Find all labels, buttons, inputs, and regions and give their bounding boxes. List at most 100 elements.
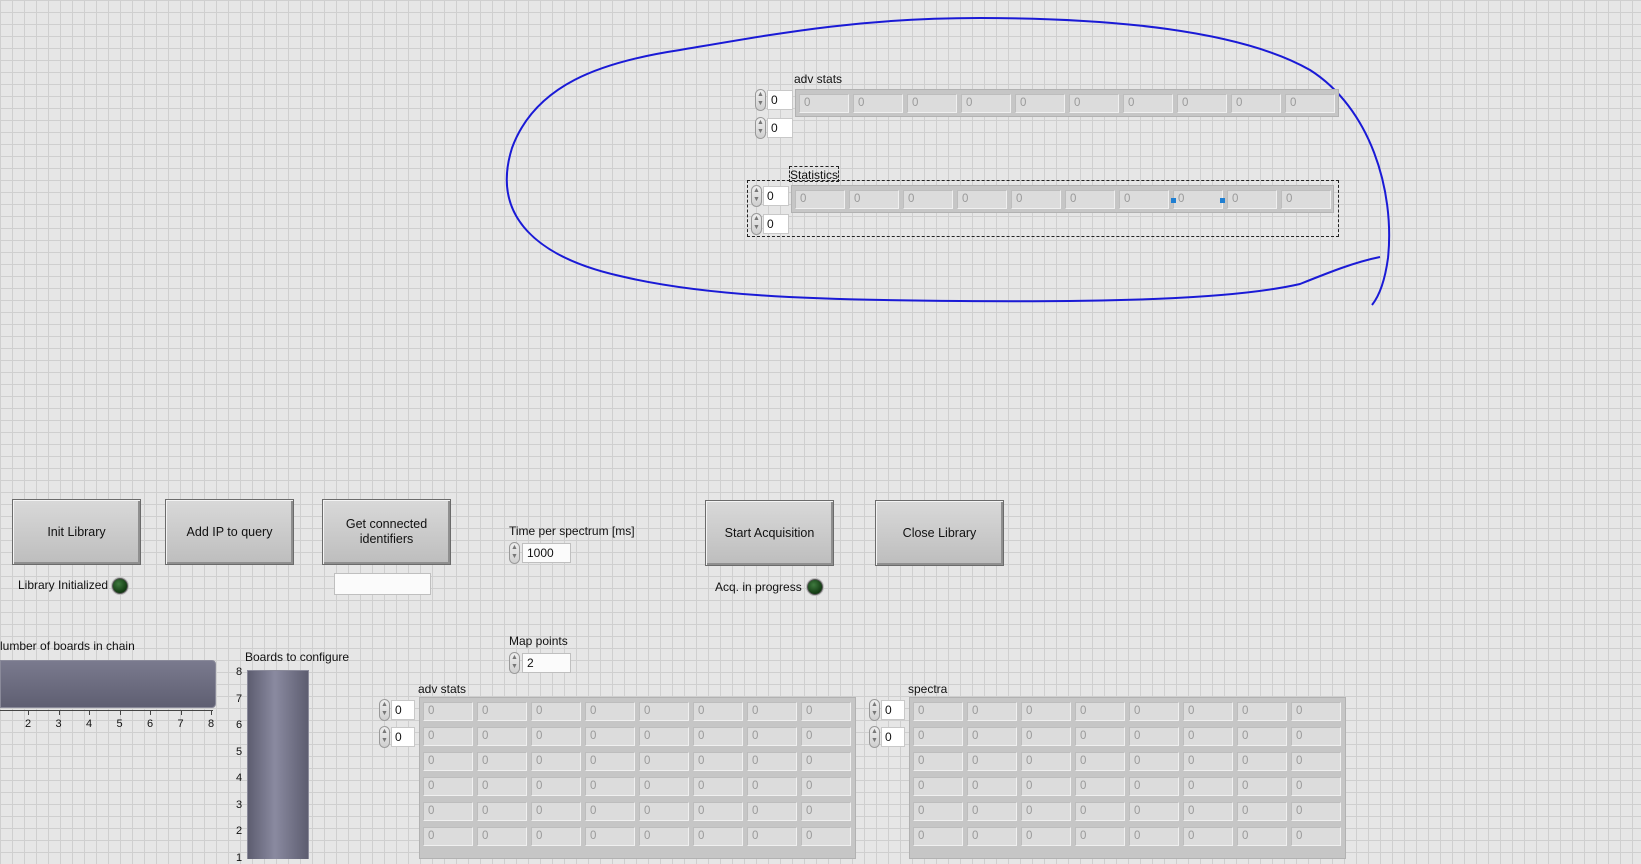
bottom-adv-stats-cell[interactable]: 0 [801, 702, 851, 721]
bottom-adv-stats-cell[interactable]: 0 [693, 802, 743, 821]
spectra-cell[interactable]: 0 [913, 802, 963, 821]
bottom-adv-stats-cell[interactable]: 0 [477, 702, 527, 721]
bottom-adv-stats-cell[interactable]: 0 [639, 827, 689, 846]
spectra-cell[interactable]: 0 [967, 777, 1017, 796]
bottom-adv-stats-cell[interactable]: 0 [747, 802, 797, 821]
statistics-cell[interactable]: 0 [1119, 190, 1169, 209]
spectra-cell[interactable]: 0 [967, 752, 1017, 771]
bottom-adv-stats-cell[interactable]: 0 [801, 827, 851, 846]
bottom-adv-stats-cell[interactable]: 0 [531, 802, 581, 821]
bottom-adv-stats-cell[interactable]: 0 [585, 802, 635, 821]
resize-handle-right[interactable] [1220, 198, 1225, 203]
spectra-cell[interactable]: 0 [1021, 727, 1071, 746]
bottom-adv-stats-cell[interactable]: 0 [423, 752, 473, 771]
bottom-adv-stats-index0[interactable]: 0 [391, 700, 415, 720]
bottom-adv-stats-cell[interactable]: 0 [531, 752, 581, 771]
bottom-adv-stats-cell[interactable]: 0 [477, 827, 527, 846]
statistics-cell[interactable]: 0 [957, 190, 1007, 209]
bottom-adv-stats-cell[interactable]: 0 [693, 752, 743, 771]
bottom-adv-stats-cell[interactable]: 0 [423, 702, 473, 721]
bottom-adv-stats-cell[interactable]: 0 [423, 777, 473, 796]
bottom-adv-stats-cell[interactable]: 0 [531, 727, 581, 746]
bottom-adv-stats-index1-spinner[interactable]: ▲ ▼ [379, 726, 390, 748]
statistics-cell[interactable]: 0 [903, 190, 953, 209]
bottom-adv-stats-cell[interactable]: 0 [639, 752, 689, 771]
top-adv-stats-cell[interactable]: 0 [1123, 94, 1173, 113]
top-adv-stats-cell[interactable]: 0 [1285, 94, 1335, 113]
spectra-cell[interactable]: 0 [913, 727, 963, 746]
bottom-adv-stats-index1[interactable]: 0 [391, 727, 415, 747]
spectra-cell[interactable]: 0 [1291, 827, 1341, 846]
spectra-cell[interactable]: 0 [1075, 827, 1125, 846]
bottom-adv-stats-cell[interactable]: 0 [585, 752, 635, 771]
statistics-cell[interactable]: 0 [849, 190, 899, 209]
bottom-adv-stats-cell[interactable]: 0 [639, 727, 689, 746]
spectra-index0[interactable]: 0 [881, 700, 905, 720]
spectra-cell[interactable]: 0 [1291, 802, 1341, 821]
bottom-adv-stats-cell[interactable]: 0 [747, 702, 797, 721]
bottom-adv-stats-cell[interactable]: 0 [639, 802, 689, 821]
top-adv-stats-cell[interactable]: 0 [799, 94, 849, 113]
spectra-index1-spinner[interactable]: ▲ ▼ [869, 726, 880, 748]
time-per-spectrum-spinner[interactable]: ▲ ▼ [509, 542, 520, 564]
statistics-cell[interactable]: 0 [1281, 190, 1331, 209]
boards-to-configure-slider[interactable] [247, 670, 309, 859]
spectra-cell[interactable]: 0 [1075, 702, 1125, 721]
start-acquisition-button[interactable]: Start Acquisition [705, 500, 834, 566]
bottom-adv-stats-cell[interactable]: 0 [531, 702, 581, 721]
bottom-adv-stats-cell[interactable]: 0 [423, 827, 473, 846]
add-ip-to-query-button[interactable]: Add IP to query [165, 499, 294, 565]
bottom-adv-stats-cell[interactable]: 0 [477, 777, 527, 796]
spectra-index1[interactable]: 0 [881, 727, 905, 747]
spectra-cell[interactable]: 0 [913, 702, 963, 721]
top-adv-stats-cell[interactable]: 0 [1231, 94, 1281, 113]
spectra-cell[interactable]: 0 [1237, 702, 1287, 721]
bottom-adv-stats-cell[interactable]: 0 [693, 727, 743, 746]
spectra-cell[interactable]: 0 [1129, 702, 1179, 721]
statistics-cell[interactable]: 0 [1065, 190, 1115, 209]
resize-handle-left[interactable] [1171, 198, 1176, 203]
spectra-cell[interactable]: 0 [967, 727, 1017, 746]
spectra-cell[interactable]: 0 [1237, 752, 1287, 771]
bottom-adv-stats-cell[interactable]: 0 [801, 802, 851, 821]
bottom-adv-stats-cell[interactable]: 0 [639, 702, 689, 721]
bottom-adv-stats-cell[interactable]: 0 [801, 752, 851, 771]
number-of-boards-slider[interactable] [0, 660, 216, 708]
bottom-adv-stats-cell[interactable]: 0 [693, 777, 743, 796]
spectra-cell[interactable]: 0 [1237, 727, 1287, 746]
init-library-button[interactable]: Init Library [12, 499, 141, 565]
bottom-adv-stats-cell[interactable]: 0 [477, 802, 527, 821]
spectra-cell[interactable]: 0 [1129, 752, 1179, 771]
time-per-spectrum-input[interactable]: 1000 [522, 543, 571, 563]
statistics-cell[interactable]: 0 [795, 190, 845, 209]
bottom-adv-stats-cell[interactable]: 0 [747, 827, 797, 846]
spectra-cell[interactable]: 0 [1021, 827, 1071, 846]
spectra-cell[interactable]: 0 [1183, 777, 1233, 796]
statistics-index1[interactable]: 0 [763, 214, 789, 234]
top-adv-stats-index0[interactable]: 0 [767, 90, 793, 110]
spectra-cell[interactable]: 0 [1291, 777, 1341, 796]
bottom-adv-stats-cell[interactable]: 0 [747, 752, 797, 771]
spectra-cell[interactable]: 0 [1075, 752, 1125, 771]
bottom-adv-stats-index0-spinner[interactable]: ▲ ▼ [379, 699, 390, 721]
spectra-cell[interactable]: 0 [1075, 777, 1125, 796]
top-adv-stats-cell[interactable]: 0 [853, 94, 903, 113]
top-adv-stats-index1[interactable]: 0 [767, 118, 793, 138]
spectra-cell[interactable]: 0 [967, 702, 1017, 721]
bottom-adv-stats-cell[interactable]: 0 [585, 777, 635, 796]
bottom-adv-stats-cell[interactable]: 0 [477, 752, 527, 771]
spectra-cell[interactable]: 0 [967, 827, 1017, 846]
map-points-spinner[interactable]: ▲ ▼ [509, 652, 520, 674]
top-adv-stats-cell[interactable]: 0 [1069, 94, 1119, 113]
statistics-cell[interactable]: 0 [1011, 190, 1061, 209]
spectra-cell[interactable]: 0 [1183, 827, 1233, 846]
spectra-cell[interactable]: 0 [913, 827, 963, 846]
bottom-adv-stats-cell[interactable]: 0 [693, 827, 743, 846]
spectra-cell[interactable]: 0 [1021, 752, 1071, 771]
spectra-cell[interactable]: 0 [1291, 752, 1341, 771]
statistics-cell[interactable]: 0 [1227, 190, 1277, 209]
bottom-adv-stats-cell[interactable]: 0 [477, 727, 527, 746]
spectra-cell[interactable]: 0 [1129, 777, 1179, 796]
bottom-adv-stats-cell[interactable]: 0 [801, 777, 851, 796]
spectra-index0-spinner[interactable]: ▲ ▼ [869, 699, 880, 721]
